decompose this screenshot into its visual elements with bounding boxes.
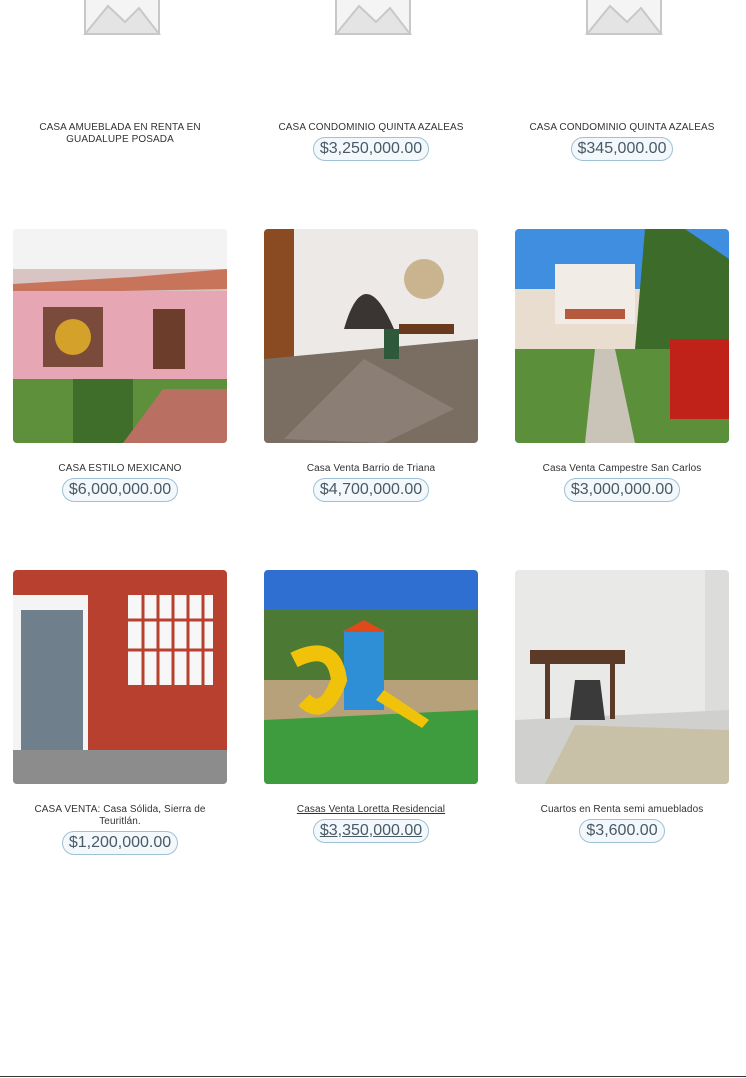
- listing-image[interactable]: [13, 229, 227, 443]
- listing-image[interactable]: [264, 570, 478, 784]
- listing-card[interactable]: CASA VENTA: Casa Sólida, Sierra de Teuri…: [13, 570, 227, 855]
- price-badge: $3,250,000.00: [312, 137, 430, 161]
- price-badge: $3,000,000.00: [563, 478, 681, 502]
- listing-card[interactable]: CASA CONDOMINIO QUINTA AZALEAS $345,000.…: [515, 0, 729, 161]
- listing-card[interactable]: Casas Venta Loretta Residencial $3,350,0…: [264, 570, 478, 843]
- footer-divider: [0, 1076, 746, 1077]
- listing-grid: CASA AMUEBLADA EN RENTA EN GUADALUPE POS…: [0, 0, 746, 1078]
- listing-image[interactable]: [13, 0, 227, 102]
- playground-photo: [264, 570, 478, 784]
- listing-title[interactable]: Casas Venta Loretta Residencial: [264, 804, 478, 816]
- placeholder-image-icon: [264, 0, 478, 102]
- listing-title[interactable]: CASA CONDOMINIO QUINTA AZALEAS: [515, 122, 729, 134]
- listing-title[interactable]: Cuartos en Renta semi amueblados: [515, 804, 729, 816]
- listing-image[interactable]: [515, 229, 729, 443]
- placeholder-image-icon: [13, 0, 227, 102]
- listing-card[interactable]: CASA AMUEBLADA EN RENTA EN GUADALUPE POS…: [13, 0, 227, 146]
- listing-card[interactable]: Casa Venta Barrio de Triana $4,700,000.0…: [264, 229, 478, 502]
- price-badge: $4,700,000.00: [312, 478, 430, 502]
- listing-title[interactable]: Casa Venta Barrio de Triana: [264, 463, 478, 475]
- price-badge: $3,600.00: [579, 819, 665, 843]
- room-photo: [515, 570, 729, 784]
- listing-image[interactable]: [13, 570, 227, 784]
- house-photo: [13, 229, 227, 443]
- listing-image[interactable]: [515, 0, 729, 102]
- listing-title[interactable]: Casa Venta Campestre San Carlos: [515, 463, 729, 475]
- listing-image[interactable]: [264, 229, 478, 443]
- listing-title[interactable]: CASA VENTA: Casa Sólida, Sierra de Teuri…: [13, 804, 227, 828]
- listing-title[interactable]: CASA ESTILO MEXICANO: [13, 463, 227, 475]
- listing-image[interactable]: [264, 0, 478, 102]
- placeholder-image-icon: [515, 0, 729, 102]
- listing-card[interactable]: CASA CONDOMINIO QUINTA AZALEAS $3,250,00…: [264, 0, 478, 161]
- listing-card[interactable]: Cuartos en Renta semi amueblados $3,600.…: [515, 570, 729, 843]
- price-badge: $345,000.00: [570, 137, 674, 161]
- house-garden-photo: [515, 229, 729, 443]
- price-badge: $1,200,000.00: [61, 831, 179, 855]
- interior-photo: [264, 229, 478, 443]
- facade-photo: [13, 570, 227, 784]
- listing-title[interactable]: CASA AMUEBLADA EN RENTA EN GUADALUPE POS…: [13, 122, 227, 146]
- listing-card[interactable]: Casa Venta Campestre San Carlos $3,000,0…: [515, 229, 729, 502]
- listing-card[interactable]: CASA ESTILO MEXICANO $6,000,000.00: [13, 229, 227, 502]
- listing-title[interactable]: CASA CONDOMINIO QUINTA AZALEAS: [264, 122, 478, 134]
- price-badge: $6,000,000.00: [61, 478, 179, 502]
- listing-image[interactable]: [515, 570, 729, 784]
- price-badge[interactable]: $3,350,000.00: [312, 819, 430, 843]
